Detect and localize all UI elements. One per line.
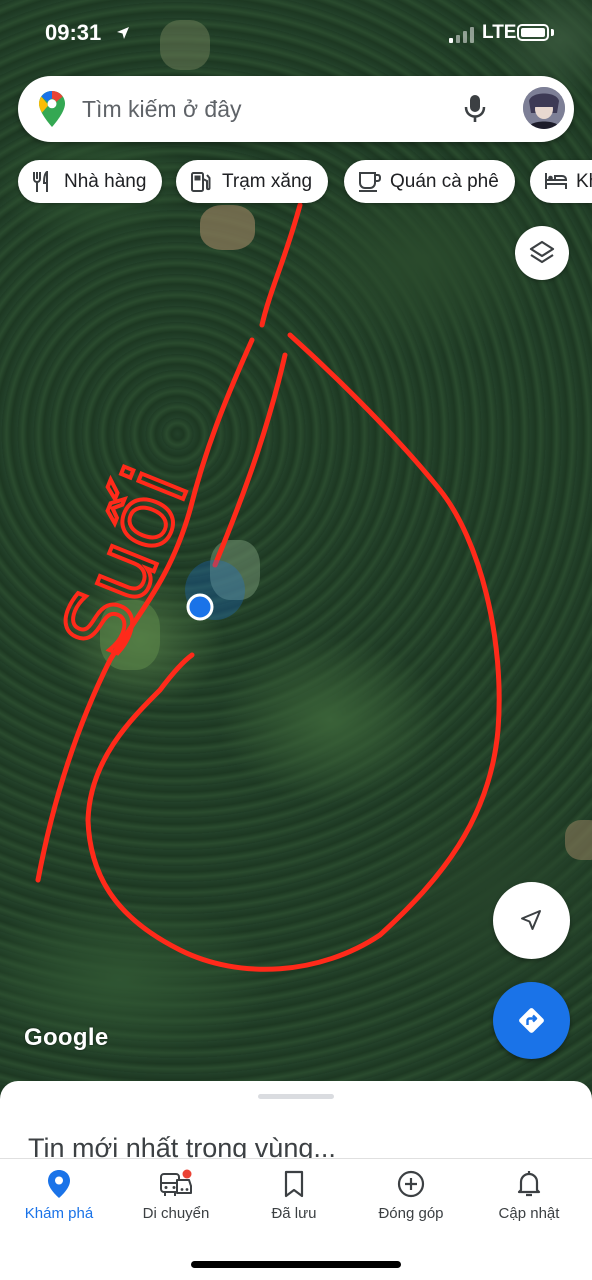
nav-label: Đóng góp <box>378 1205 444 1222</box>
chip-gas-stations[interactable]: Trạm xăng <box>176 160 329 203</box>
map-layers-button[interactable] <box>515 226 569 280</box>
home-indicator[interactable] <box>191 1261 401 1268</box>
chip-hotels[interactable]: Kh <box>530 160 592 203</box>
chip-label: Trạm xăng <box>222 171 313 192</box>
suoi-annotation: Suối <box>42 453 209 668</box>
nav-label: Đã lưu <box>271 1205 317 1222</box>
google-maps-pin-icon <box>39 91 65 127</box>
chip-label: Quán cà phê <box>390 171 499 192</box>
gas-station-icon <box>191 172 211 192</box>
sheet-drag-handle[interactable] <box>258 1094 334 1099</box>
status-bar: 09:31 LTE <box>0 0 592 68</box>
commute-icon <box>160 1169 192 1196</box>
restaurant-icon <box>33 171 48 192</box>
hotel-icon <box>545 173 568 189</box>
chip-label: Kh <box>576 171 592 192</box>
chip-restaurants[interactable]: Nhà hàng <box>18 160 163 203</box>
sheet-heading: Tin mới nhất trong vùng... <box>28 1133 336 1159</box>
stream-line-right <box>212 352 288 568</box>
land-boundary <box>85 332 502 972</box>
location-arrow-icon <box>117 27 129 39</box>
nav-label: Cập nhật <box>498 1205 560 1222</box>
explore-pin-icon <box>48 1170 70 1198</box>
nav-updates[interactable]: Cập nhật <box>470 1169 588 1222</box>
notification-badge <box>182 1169 192 1179</box>
add-circle-icon <box>397 1170 425 1198</box>
chip-label: Nhà hàng <box>64 171 147 192</box>
directions-icon <box>519 1008 544 1033</box>
my-location-button[interactable] <box>493 882 570 959</box>
google-attribution: Google <box>24 1024 109 1051</box>
battery-tip <box>551 29 554 36</box>
battery-icon <box>517 24 549 41</box>
network-type: LTE <box>482 22 517 43</box>
search-bar[interactable]: Tìm kiếm ở đây <box>18 76 574 142</box>
signal-strength-icon <box>449 27 474 43</box>
nav-commute[interactable]: Di chuyển <box>117 1169 235 1222</box>
nav-contribute[interactable]: Đóng góp <box>352 1169 470 1222</box>
current-location-dot <box>186 593 214 621</box>
search-placeholder[interactable]: Tìm kiếm ở đây <box>82 96 242 123</box>
bookmark-icon <box>284 1170 304 1198</box>
avatar[interactable] <box>523 87 565 129</box>
bell-icon <box>517 1171 541 1197</box>
nav-label: Di chuyển <box>142 1205 210 1222</box>
status-time: 09:31 <box>45 20 102 45</box>
avatar-image <box>523 87 565 129</box>
stream-line-left <box>259 202 303 328</box>
directions-button[interactable] <box>493 982 570 1059</box>
nav-label: Khám phá <box>24 1205 94 1222</box>
coffee-icon <box>359 172 382 192</box>
microphone-icon[interactable] <box>464 94 486 124</box>
nav-explore[interactable]: Khám phá <box>0 1169 118 1222</box>
layers-icon <box>529 240 555 264</box>
navigation-arrow-icon <box>521 910 541 930</box>
nav-saved[interactable]: Đã lưu <box>235 1169 353 1222</box>
chip-cafes[interactable]: Quán cà phê <box>344 160 515 203</box>
